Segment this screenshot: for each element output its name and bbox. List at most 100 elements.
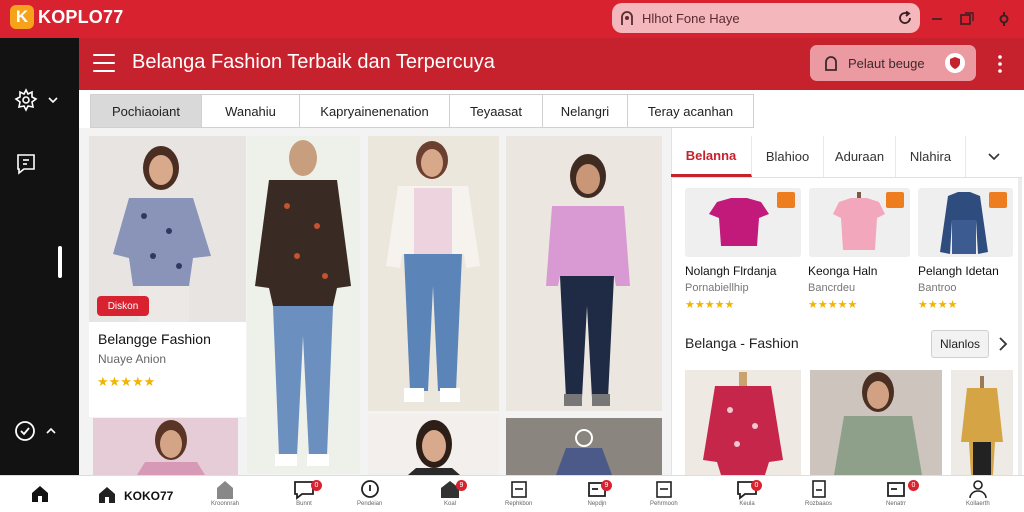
product-card-6[interactable] (368, 414, 499, 475)
product-photo (368, 136, 499, 411)
product-card-4[interactable] (506, 136, 662, 411)
featured-subtitle: Nuaye Anion (98, 352, 167, 366)
note-icon (17, 154, 35, 175)
thumb-stars-1: ★★★★★ (685, 299, 735, 311)
nav-item-9[interactable]: Rozbaaos (805, 478, 832, 512)
thumb-card-3[interactable] (918, 188, 1013, 257)
thumb-card-2[interactable] (809, 188, 910, 257)
top-bar: K KOPLO77 Hlhot Fone Haye (0, 0, 1024, 38)
thumb-sub-1: Pornabiellhip (685, 282, 749, 294)
support-icon (15, 421, 35, 441)
product-photo (951, 370, 1013, 475)
fashion-card-2[interactable] (810, 370, 942, 475)
user-icon (612, 10, 642, 26)
see-more-button[interactable]: Nlanlos (931, 330, 989, 358)
shield-icon (945, 53, 965, 73)
denim-jacket-icon (940, 192, 988, 254)
thumb-name-1: Nolangh Flrdanja (685, 264, 777, 278)
inbox-icon (887, 482, 905, 497)
person-icon (969, 480, 987, 499)
nav-item-11[interactable]: Kollaerth (966, 478, 990, 512)
brand-name: KOPLO77 (38, 6, 124, 27)
category-tab-1[interactable]: Pochiaoiant (91, 95, 202, 127)
chevron-down-icon[interactable] (966, 136, 1022, 177)
rail-item-support[interactable] (14, 420, 56, 442)
nav-caption: Rephkbon (505, 501, 533, 507)
nav-caption: Bunnt (296, 501, 312, 507)
right-tab-3[interactable]: Aduraan (824, 136, 896, 177)
tshirt-magenta-icon (709, 198, 769, 246)
account-label: Pelaut beuge (848, 55, 925, 71)
product-photo (93, 418, 238, 475)
product-card-5[interactable] (93, 418, 238, 475)
home-button[interactable] (0, 475, 79, 512)
nav-caption: Keula (739, 501, 755, 507)
category-tab-5[interactable]: Nelangri (543, 95, 628, 127)
account-button[interactable]: Pelaut beuge (810, 45, 976, 81)
category-tab-3[interactable]: Kapryainenenation (300, 95, 450, 127)
nav-item-3[interactable]: Pendeian (357, 478, 382, 512)
search-bar[interactable]: Hlhot Fone Haye (612, 3, 920, 33)
nav-caption: Nepdjn (587, 501, 607, 507)
nav-caption: Pehrmooh (650, 501, 678, 507)
thumb-name-3: Pelangh Idetan (918, 264, 999, 278)
chevron-up-icon (46, 427, 56, 434)
thumb-stars-3: ★★★★ (918, 299, 958, 311)
receipt-icon (811, 480, 826, 498)
thumb-card-1[interactable] (685, 188, 801, 257)
nav-item-5[interactable]: Rephkbon (505, 478, 532, 512)
product-photo (685, 370, 801, 475)
right-tab-1[interactable]: Belanna (671, 136, 752, 177)
category-tab-2[interactable]: Wanahiu (202, 95, 300, 127)
logo-mark: K (10, 5, 34, 29)
page-title: Belanga Fashion Terbaik dan Terpercuya (132, 51, 495, 73)
nav-badge: 9 (456, 480, 467, 491)
nav-item-1[interactable]: Kroonnrah (211, 478, 239, 512)
rail-item-notes[interactable] (14, 152, 38, 176)
nav-caption: Pendeian (357, 501, 383, 507)
product-card-3[interactable] (368, 136, 499, 411)
right-scrollbar[interactable] (1018, 178, 1022, 475)
product-card-2[interactable] (247, 136, 360, 474)
tag-icon (886, 192, 904, 208)
thumb-sub-2: Bancrdeu (808, 282, 856, 294)
brand-logo[interactable]: K KOPLO77 (10, 4, 123, 30)
right-tab-4[interactable]: Nlahira (896, 136, 966, 177)
rail-scroll-indicator[interactable] (58, 246, 62, 278)
rail-item-settings[interactable] (14, 88, 58, 112)
more-vertical-icon[interactable] (993, 53, 1007, 75)
right-tab-2[interactable]: Blahioo (752, 136, 824, 177)
featured-title: Belangge Fashion (98, 331, 211, 347)
chevron-right-icon[interactable] (998, 337, 1008, 351)
product-card-7[interactable] (506, 418, 662, 475)
fashion-card-3[interactable] (951, 370, 1013, 475)
search-text: Hlhot Fone Haye (642, 10, 740, 26)
chevron-down-icon (48, 97, 58, 104)
tshirt-pink-icon (833, 192, 885, 250)
nav-item-7[interactable]: Pehrmooh (650, 478, 678, 512)
category-tab-4[interactable]: Teyaasat (450, 95, 543, 127)
nav-caption: Kollaerth (966, 501, 990, 507)
product-photo (810, 370, 942, 475)
category-tab-6[interactable]: Teray acanhan (628, 95, 753, 127)
product-photo (506, 418, 662, 475)
lock-icon (825, 56, 837, 71)
window-icon[interactable] (956, 8, 978, 30)
nav-badge: 9 (601, 480, 612, 491)
settings-icon[interactable] (993, 8, 1015, 30)
doc-icon (510, 481, 527, 498)
brand-label: KOKO77 (124, 489, 174, 503)
product-photo (247, 136, 360, 474)
right-tabs: Belanna Blahioo Aduraan Nlahira (671, 136, 1022, 178)
home-icon (99, 487, 115, 503)
fashion-card-1[interactable] (685, 370, 801, 475)
nav-caption: Rozbaaos (805, 501, 833, 507)
refresh-icon[interactable] (890, 10, 920, 26)
minimize-icon[interactable] (926, 8, 948, 30)
nav-item-10[interactable]: Nenatrr (885, 478, 907, 512)
nav-badge: 0 (751, 480, 762, 491)
menu-icon[interactable] (93, 54, 115, 72)
product-photo (506, 136, 662, 411)
tag-icon (989, 192, 1007, 208)
doc-icon (656, 481, 672, 498)
